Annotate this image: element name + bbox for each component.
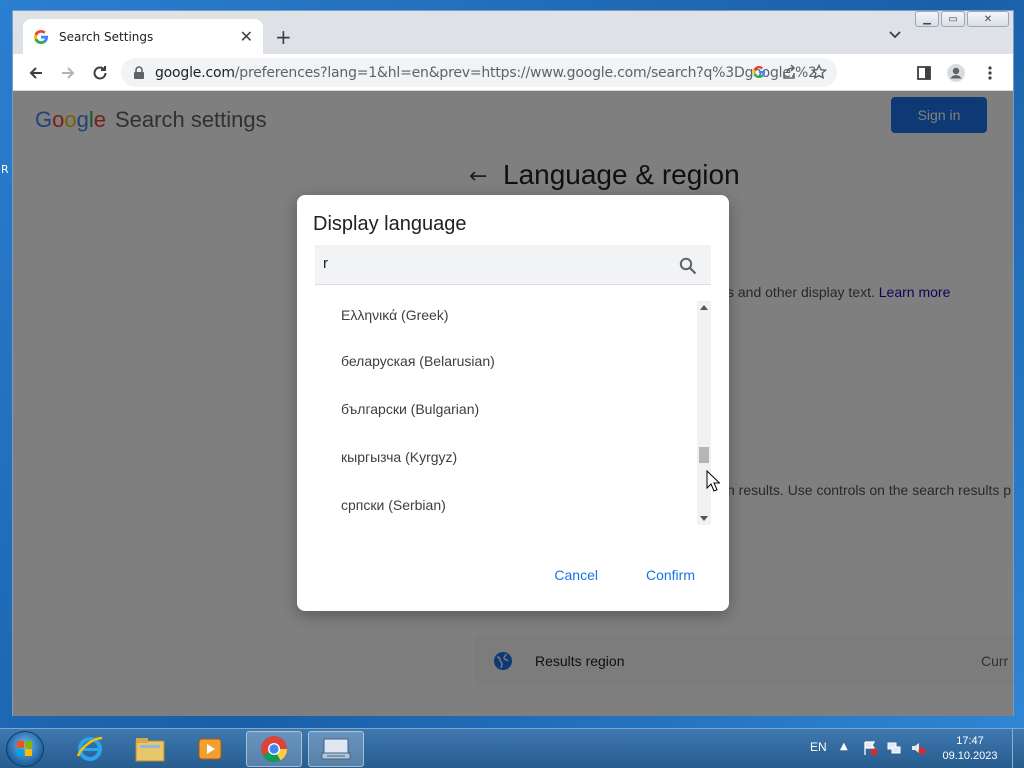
search-icon[interactable]: [679, 257, 697, 275]
display-language-dialog: Display language Ελληνικά (Greek) белару…: [297, 195, 729, 611]
minimize-button[interactable]: ▁: [915, 11, 939, 27]
taskbar-keyboard-app[interactable]: [308, 731, 364, 767]
language-option-belarusian[interactable]: беларуская (Belarusian): [315, 337, 691, 385]
dialog-title: Display language: [313, 213, 467, 235]
forward-icon[interactable]: [57, 62, 79, 84]
network-icon[interactable]: [886, 740, 902, 756]
show-hidden-icons[interactable]: ▲: [840, 741, 848, 752]
url-text[interactable]: google.com/preferences?lang=1&hl=en&prev…: [155, 65, 815, 81]
language-option-kyrgyz[interactable]: кыргызча (Kyrgyz): [315, 433, 691, 481]
keyboard-icon: [321, 738, 351, 760]
side-panel-icon[interactable]: [913, 62, 935, 84]
taskbar: EN ▲ 17:47 09.10.2023: [0, 728, 1024, 768]
media-player-icon: [198, 738, 222, 760]
google-favicon-icon: [34, 29, 48, 44]
back-icon[interactable]: [25, 62, 47, 84]
maximize-button[interactable]: ▭: [941, 11, 965, 27]
new-tab-icon[interactable]: +: [275, 25, 292, 49]
bookmark-star-icon[interactable]: [811, 64, 827, 80]
system-tray: [862, 740, 926, 756]
page-content: Google Search settings Sign in ← Languag…: [13, 91, 1013, 716]
input-language-indicator[interactable]: EN: [810, 740, 827, 754]
browser-toolbar: google.com/preferences?lang=1&hl=en&prev…: [13, 54, 1013, 91]
desktop-edge-text: R: [1, 163, 9, 176]
scroll-down-arrow-icon[interactable]: [700, 516, 708, 521]
profile-avatar-icon[interactable]: [945, 62, 967, 84]
menu-kebab-icon[interactable]: [979, 62, 1001, 84]
address-bar[interactable]: google.com/preferences?lang=1&hl=en&prev…: [121, 58, 837, 87]
language-option-bulgarian[interactable]: български (Bulgarian): [315, 385, 691, 433]
volume-muted-icon[interactable]: [910, 740, 926, 756]
tab-search-chevron-icon[interactable]: [887, 26, 903, 42]
scrollbar-thumb[interactable]: [699, 447, 709, 463]
language-option-serbian[interactable]: српски (Serbian): [315, 481, 691, 529]
language-list: Ελληνικά (Greek) беларуская (Belarusian)…: [315, 301, 691, 529]
browser-window: Search Settings ✕ + ▁ ▭ ✕ google.com/pre…: [12, 10, 1014, 716]
share-icon[interactable]: [781, 64, 797, 80]
tab-close-icon[interactable]: ✕: [240, 27, 253, 46]
language-option-greek[interactable]: Ελληνικά (Greek): [315, 301, 691, 337]
start-button[interactable]: [6, 731, 44, 767]
folder-icon: [135, 738, 165, 762]
lock-icon[interactable]: [133, 65, 145, 80]
internet-explorer-icon: [76, 736, 103, 761]
reload-icon[interactable]: [89, 62, 111, 84]
tab-title: Search Settings: [59, 29, 154, 44]
scroll-up-arrow-icon[interactable]: [700, 305, 708, 310]
action-center-flag-icon[interactable]: [862, 740, 878, 756]
close-window-button[interactable]: ✕: [967, 11, 1009, 27]
chrome-icon: [261, 736, 288, 763]
taskbar-media-player[interactable]: [182, 731, 238, 767]
clock-time: 17:47: [956, 735, 984, 747]
show-desktop-button[interactable]: [1012, 729, 1024, 768]
google-lens-icon[interactable]: [751, 64, 767, 80]
dialog-actions: Cancel Confirm: [554, 567, 695, 583]
mouse-cursor-icon: [706, 470, 720, 492]
omnibox-icons: [751, 64, 827, 80]
taskbar-chrome[interactable]: [246, 731, 302, 767]
tab-search-settings[interactable]: Search Settings ✕: [23, 19, 263, 54]
cancel-button[interactable]: Cancel: [554, 567, 598, 583]
taskbar-internet-explorer[interactable]: [62, 731, 118, 767]
window-controls: ▁ ▭ ✕: [915, 11, 1009, 27]
language-search-box[interactable]: [315, 245, 711, 285]
windows-logo-icon: [17, 741, 32, 756]
language-search-input[interactable]: [323, 255, 663, 272]
taskbar-file-explorer[interactable]: [122, 731, 178, 767]
clock-date: 09.10.2023: [942, 750, 998, 762]
system-clock[interactable]: 17:47 09.10.2023: [934, 734, 1006, 764]
confirm-button[interactable]: Confirm: [646, 567, 695, 583]
tab-strip: Search Settings ✕ + ▁ ▭ ✕: [13, 11, 1013, 54]
